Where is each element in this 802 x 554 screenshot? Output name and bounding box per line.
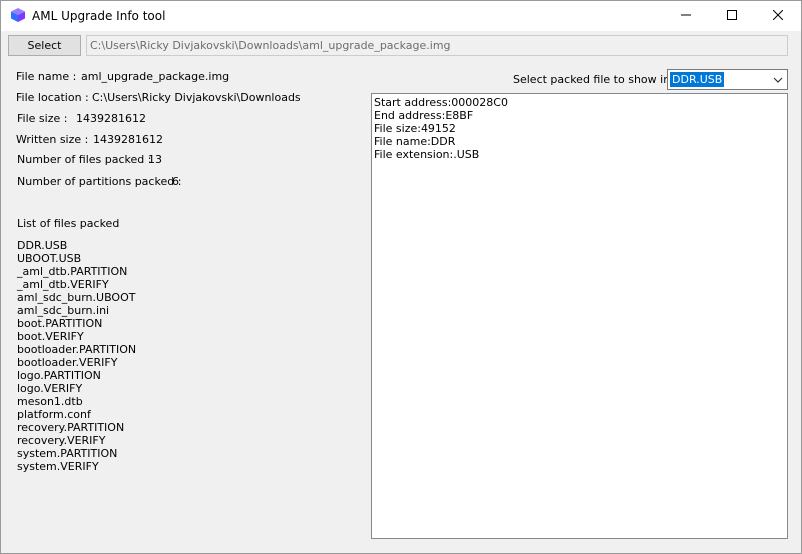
list-item: bootloader.PARTITION [17, 343, 137, 356]
close-icon [772, 9, 784, 23]
list-item: bootloader.VERIFY [17, 356, 118, 369]
dropdown-selected-value: DDR.USB [670, 72, 725, 87]
maximize-icon [727, 9, 737, 23]
file-name-value: aml_upgrade_package.img [81, 70, 230, 83]
app-cube-icon [10, 7, 26, 23]
list-item: recovery.PARTITION [17, 421, 125, 434]
file-path-field[interactable]: C:\Users\Ricky Divjakovski\Downloads\aml… [86, 35, 788, 56]
list-item: _aml_dtb.PARTITION [17, 265, 128, 278]
list-item: aml_sdc_burn.ini [17, 304, 110, 317]
file-location-label: File location : [16, 91, 89, 104]
minimize-icon [681, 10, 691, 23]
list-item: _aml_dtb.VERIFY [17, 278, 109, 291]
list-item: DDR.USB [17, 239, 68, 252]
list-item: system.PARTITION [17, 447, 118, 460]
detail-line: File name:DDR [374, 135, 456, 148]
app-window: AML Upgrade Info tool Select C:\Users\Ri… [0, 0, 802, 554]
list-item: recovery.VERIFY [17, 434, 106, 447]
partitions-packed-value: 6 [172, 175, 179, 188]
title-bar[interactable]: AML Upgrade Info tool [1, 1, 801, 31]
file-name-label: File name : [16, 70, 77, 83]
file-location-value: C:\Users\Ricky Divjakovski\Downloads [92, 91, 301, 104]
list-item: system.VERIFY [17, 460, 99, 473]
list-item: logo.PARTITION [17, 369, 101, 382]
detail-line: End address:E8BF [374, 109, 474, 122]
detail-line: File extension:.USB [374, 148, 480, 161]
minimize-button[interactable] [663, 1, 709, 31]
select-button[interactable]: Select [8, 35, 81, 56]
packed-files-list: DDR.USB UBOOT.USB _aml_dtb.PARTITION _am… [17, 239, 136, 473]
list-item: meson1.dtb [17, 395, 83, 408]
list-item: boot.VERIFY [17, 330, 84, 343]
written-size-value: 1439281612 [93, 133, 163, 146]
window-title: AML Upgrade Info tool [32, 9, 166, 23]
maximize-button[interactable] [709, 1, 755, 31]
partitions-packed-label: Number of partitions packed : [17, 175, 182, 188]
detail-line: File size:49152 [374, 122, 456, 135]
list-item: boot.PARTITION [17, 317, 103, 330]
file-size-value: 1439281612 [76, 112, 146, 125]
packed-file-dropdown[interactable]: DDR.USB [667, 69, 788, 90]
list-item: aml_sdc_burn.UBOOT [17, 291, 136, 304]
list-item: platform.conf [17, 408, 91, 421]
list-item: logo.VERIFY [17, 382, 83, 395]
close-button[interactable] [755, 1, 801, 31]
detail-line: Start address:000028C0 [374, 96, 508, 109]
chevron-down-icon[interactable] [773, 75, 783, 85]
files-packed-label: Number of files packed : [17, 153, 152, 166]
list-item: UBOOT.USB [17, 252, 82, 265]
file-details-textbox[interactable]: Start address:000028C0 End address:E8BF … [371, 93, 788, 539]
file-size-label: File size : [17, 112, 68, 125]
packed-file-selector-label: Select packed file to show info [513, 73, 681, 86]
files-list-header: List of files packed [17, 217, 120, 230]
written-size-label: Written size : [16, 133, 89, 146]
files-packed-value: 13 [148, 153, 162, 166]
